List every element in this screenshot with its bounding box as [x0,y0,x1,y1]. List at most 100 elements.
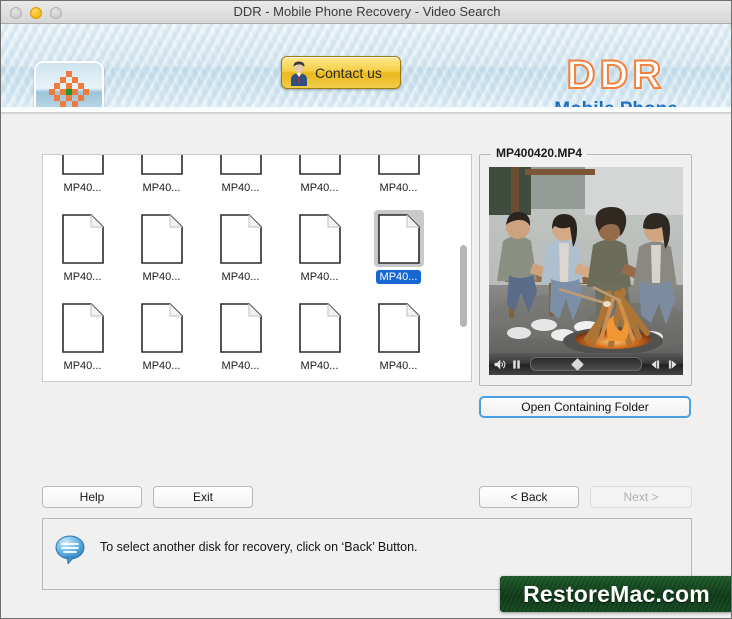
document-icon [219,302,262,353]
document-icon [298,155,341,175]
file-item[interactable]: MP40... [46,210,119,299]
watermark-text: RestoreMac.com [523,580,710,607]
video-controls-bar [489,353,683,375]
file-icon-wrap [137,299,187,356]
file-label: MP40... [379,182,418,194]
file-icon-wrap [216,210,266,267]
file-label: MP40... [142,360,181,372]
video-player[interactable] [489,167,683,375]
step-forward-icon[interactable] [666,358,679,371]
video-frame [489,167,683,353]
file-label: MP40... [142,182,181,194]
checkered-flower-icon [49,71,89,112]
file-item[interactable]: MP40... [283,155,356,210]
file-label: MP40... [300,271,339,283]
file-item[interactable]: MP40... [283,210,356,299]
document-icon [298,213,341,264]
window-titlebar: DDR - Mobile Phone Recovery - Video Sear… [1,1,731,24]
file-item[interactable]: MP40... [125,299,198,381]
document-icon [219,155,262,175]
open-containing-folder-button[interactable]: Open Containing Folder [479,396,691,418]
file-item[interactable]: MP40... [125,155,198,210]
file-icon-wrap [374,155,424,178]
file-icon-wrap [58,210,108,267]
application-window: DDR - Mobile Phone Recovery - Video Sear… [0,0,732,619]
file-label: MP40... [300,182,339,194]
brand-subtitle: Mobile Phone [554,99,678,112]
file-icon-wrap [58,155,108,178]
file-icon-wrap [58,299,108,356]
file-icon-wrap [295,299,345,356]
file-icon-wrap [216,299,266,356]
speech-bubble-icon [55,535,85,564]
file-item[interactable]: MP40... [204,210,277,299]
contact-us-button[interactable]: Contact us [281,56,401,89]
header-banner: Contact us DDR Mobile Phone [1,24,731,112]
file-item[interactable]: MP40... [46,155,119,210]
file-icon-wrap [295,210,345,267]
main-content: MP40... MP40... MP40... MP40... MP40... … [1,115,731,618]
file-item[interactable]: MP40... [46,299,119,381]
file-icon-wrap [295,155,345,178]
file-row: MP40... MP40... MP40... MP40... MP40... [43,155,459,210]
preview-file-name: MP400420.MP4 [491,146,588,160]
file-label: MP40... [63,182,102,194]
file-list-panel[interactable]: MP40... MP40... MP40... MP40... MP40... … [42,154,472,382]
file-label: MP40... [221,182,260,194]
app-logo-box [34,61,104,112]
brand-title: DDR [566,53,666,97]
pause-icon[interactable] [510,358,523,371]
exit-button[interactable]: Exit [153,486,253,508]
file-label: MP40... [63,360,102,372]
file-label: MP40... [379,360,418,372]
file-icon-wrap [373,210,424,267]
file-icon-wrap [137,155,187,178]
document-icon [298,302,341,353]
file-icon-wrap [374,299,424,356]
document-icon [61,302,104,353]
file-label-selected: MP40... [375,270,422,284]
document-icon [377,302,420,353]
restoremac-watermark: RestoreMac.com [500,576,731,612]
file-item-selected[interactable]: MP40... [362,210,435,299]
file-label: MP40... [221,360,260,372]
file-icon-wrap [137,210,187,267]
document-icon [140,155,183,175]
file-label: MP40... [63,271,102,283]
step-back-icon[interactable] [649,358,662,371]
file-item[interactable]: MP40... [204,299,277,381]
preview-group-box: MP400420.MP4 [479,146,692,386]
document-icon [377,213,420,264]
status-message: To select another disk for recovery, cli… [100,540,418,554]
next-button: Next > [590,486,692,508]
help-button[interactable]: Help [42,486,142,508]
file-row: MP40... MP40... MP40... MP40... MP40... [43,210,459,299]
file-grid: MP40... MP40... MP40... MP40... MP40... … [43,155,459,381]
file-icon-wrap [216,155,266,178]
brand-block: DDR Mobile Phone [521,53,711,112]
document-icon [377,155,420,175]
contact-us-label: Contact us [315,64,382,81]
document-icon [219,213,262,264]
file-item[interactable]: MP40... [362,155,435,210]
file-item[interactable]: MP40... [204,155,277,210]
document-icon [61,213,104,264]
file-label: MP40... [221,271,260,283]
scrollbar-thumb[interactable] [460,245,467,327]
window-title: DDR - Mobile Phone Recovery - Video Sear… [233,4,501,19]
file-row: MP40... MP40... MP40... MP40... MP40... [43,299,459,381]
file-item[interactable]: MP40... [125,210,198,299]
file-item[interactable]: MP40... [283,299,356,381]
file-label: MP40... [300,360,339,372]
file-item[interactable]: MP40... [362,299,435,381]
back-button[interactable]: < Back [479,486,579,508]
file-list-scrollbar[interactable] [458,157,469,379]
document-icon [140,302,183,353]
person-icon [291,60,307,86]
document-icon [61,155,104,175]
speaker-icon[interactable] [493,358,506,371]
document-icon [140,213,183,264]
file-label: MP40... [142,271,181,283]
video-scrubber[interactable] [530,357,642,371]
scrubber-handle[interactable] [570,357,584,371]
